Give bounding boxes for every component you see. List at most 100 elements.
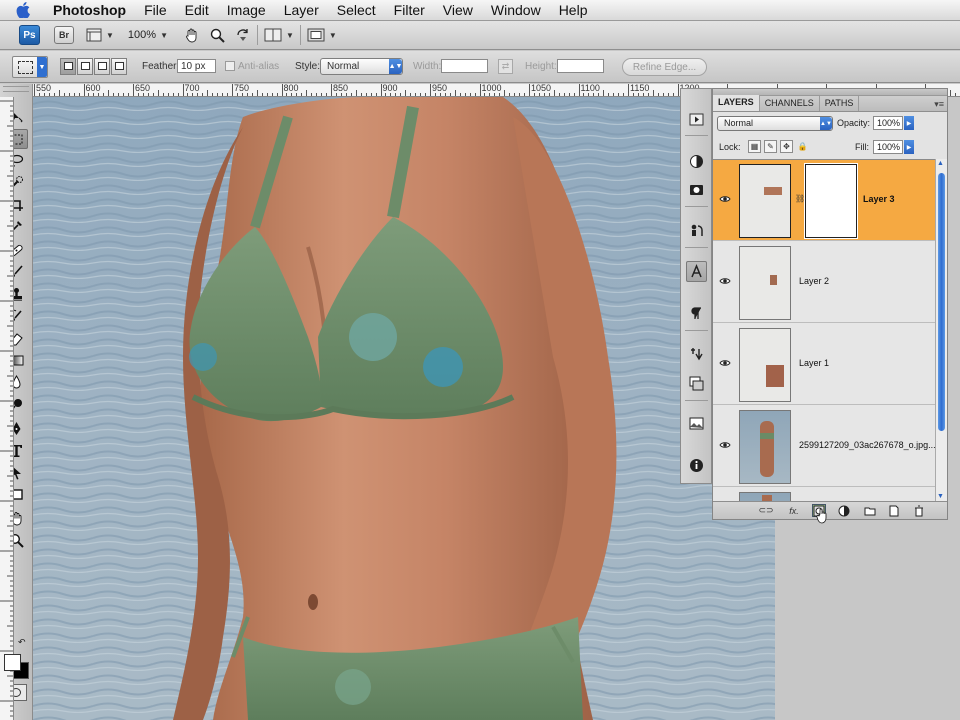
tool-presets-panel-button[interactable] [686, 343, 707, 364]
delete-layer-button[interactable] [912, 504, 926, 517]
foreground-color-swatch[interactable] [4, 654, 21, 671]
ruler-tick [241, 93, 243, 96]
layer-thumbnail[interactable] [739, 492, 791, 501]
rotate-view-button[interactable] [235, 27, 251, 43]
hand-tool-button[interactable] [184, 27, 200, 43]
zoom-tool-button[interactable] [210, 28, 225, 43]
eye-icon[interactable] [719, 358, 731, 368]
subtract-from-selection-button[interactable] [94, 58, 110, 75]
eye-icon[interactable] [719, 276, 731, 286]
layer-name[interactable]: Layer 2 [799, 276, 829, 286]
arrange-documents-button[interactable]: ▼ [264, 28, 294, 42]
scroll-down-icon[interactable]: ▼ [937, 493, 944, 500]
ruler-tick [434, 93, 436, 96]
menu-layer[interactable]: Layer [275, 0, 328, 21]
tab-layers[interactable]: LAYERS [713, 95, 760, 111]
height-input[interactable] [557, 59, 604, 73]
zoom-level[interactable]: 100% [128, 29, 156, 41]
panel-grip[interactable] [3, 86, 29, 92]
ruler-tick [504, 90, 506, 96]
scroll-up-icon[interactable]: ▲ [937, 160, 944, 167]
menu-filter[interactable]: Filter [385, 0, 434, 21]
eye-icon[interactable] [719, 194, 731, 204]
layer-thumbnail[interactable] [739, 246, 791, 320]
character-panel-button[interactable] [686, 261, 707, 282]
add-to-selection-button[interactable] [77, 58, 93, 75]
adjustment-layer-button[interactable] [837, 504, 851, 517]
menu-edit[interactable]: Edit [176, 0, 218, 21]
ruler-tick [459, 93, 461, 96]
opacity-slider-button[interactable]: ▶ [904, 116, 914, 130]
layer-name[interactable]: Layer 1 [799, 358, 829, 368]
photo-image [33, 97, 775, 720]
style-select[interactable]: Normal ▲▼ [320, 58, 403, 75]
bridge-button[interactable]: Br [54, 26, 74, 44]
feather-input[interactable]: 10 px [177, 59, 216, 73]
lock-transparent-button[interactable]: ▦ [748, 140, 761, 153]
fill-input[interactable]: 100% [873, 140, 903, 154]
lock-all-button[interactable]: 🔒 [796, 140, 809, 153]
layer-row[interactable]: Layer 1 [713, 324, 935, 405]
vertical-ruler[interactable] [0, 97, 14, 720]
blend-mode-select[interactable]: Normal ▲▼ [717, 116, 833, 131]
layer-thumbnail[interactable] [739, 328, 791, 402]
layer-mask-thumbnail[interactable] [804, 163, 858, 239]
lock-image-button[interactable]: ✎ [764, 140, 777, 153]
eye-icon[interactable] [719, 440, 731, 450]
layer-row[interactable]: 2599127209_03ac267678_o.jpg... [713, 406, 935, 487]
actions-panel-button[interactable] [686, 109, 707, 130]
fill-slider-button[interactable]: ▶ [904, 140, 914, 154]
menu-select[interactable]: Select [328, 0, 385, 21]
screen-mode-button[interactable]: ▼ [307, 28, 337, 42]
new-selection-button[interactable] [60, 58, 76, 75]
link-icon[interactable]: ⛓ [795, 194, 805, 203]
layer-name[interactable]: Layer 3 [863, 194, 895, 204]
layer-comps-panel-button[interactable] [686, 373, 707, 394]
ruler-tick [474, 93, 476, 96]
new-layer-button[interactable] [887, 504, 901, 517]
chevron-down-icon: ▼ [106, 30, 114, 40]
menu-help[interactable]: Help [550, 0, 597, 21]
menu-view[interactable]: View [434, 0, 482, 21]
vertical-ruler-ticks [0, 100, 13, 717]
layer-thumbnail[interactable] [739, 164, 791, 238]
layer-row[interactable]: Layer 2 [713, 242, 935, 323]
new-group-button[interactable] [863, 504, 877, 517]
width-input[interactable] [441, 59, 488, 73]
zoom-dropdown-icon[interactable]: ▼ [160, 31, 168, 40]
layer-row[interactable]: ⛓ Layer 3 [713, 160, 935, 241]
lock-position-button[interactable]: ✥ [780, 140, 793, 153]
menu-file[interactable]: File [135, 0, 176, 21]
clone-source-panel-button[interactable] [686, 220, 707, 241]
apple-icon[interactable] [14, 1, 32, 19]
layer-thumbnail[interactable] [739, 410, 791, 484]
adjustments-panel-button[interactable] [686, 151, 707, 172]
menu-image[interactable]: Image [218, 0, 275, 21]
swap-dimensions-button[interactable]: ⇄ [498, 59, 513, 74]
intersect-selection-button[interactable] [111, 58, 127, 75]
scrollbar-thumb[interactable] [938, 173, 945, 431]
layer-style-button[interactable]: fx. [787, 504, 801, 517]
info-panel-button[interactable] [686, 455, 707, 476]
menu-app-name[interactable]: Photoshop [44, 0, 135, 21]
layers-scrollbar[interactable]: ▲ ▼ [935, 159, 947, 501]
ruler-tick [58, 90, 60, 96]
panel-menu-icon[interactable]: ▾≡ [934, 99, 944, 110]
view-extras-button[interactable]: ▼ [86, 28, 114, 42]
masks-panel-button[interactable] [686, 179, 707, 200]
tab-channels[interactable]: CHANNELS [760, 96, 820, 111]
tab-paths[interactable]: PATHS [820, 96, 860, 111]
link-layers-button[interactable]: ⊂⊃ [758, 504, 773, 517]
navigator-panel-button[interactable] [686, 413, 707, 434]
layer-name[interactable]: 2599127209_03ac267678_o.jpg... [799, 440, 935, 450]
swap-colors-icon[interactable]: ↶ [18, 637, 26, 648]
ruler-tick [147, 93, 149, 96]
refine-edge-button[interactable]: Refine Edge... [622, 58, 707, 76]
anti-alias-checkbox[interactable] [225, 61, 235, 71]
opacity-input[interactable]: 100% [873, 116, 903, 130]
paragraph-panel-button[interactable] [686, 303, 707, 324]
document-canvas[interactable] [33, 97, 775, 720]
menu-window[interactable]: Window [482, 0, 550, 21]
layer-row-partial[interactable] [713, 488, 935, 501]
tool-preset-picker[interactable]: ▼ [12, 56, 48, 78]
